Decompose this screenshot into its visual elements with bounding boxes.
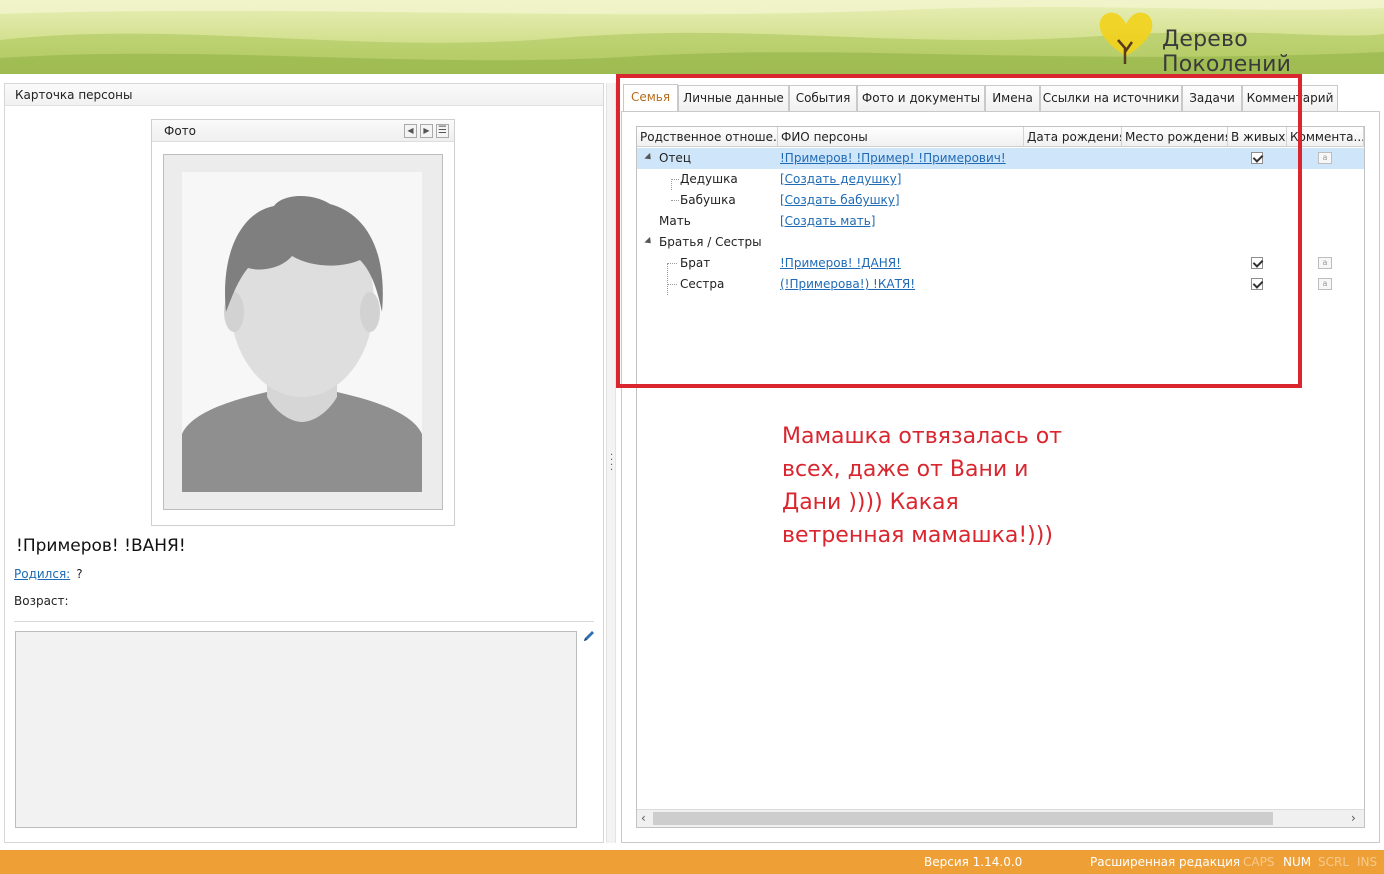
scroll-left-icon[interactable]: ‹	[641, 812, 646, 825]
collapse-arrow-icon[interactable]	[644, 236, 654, 247]
relation-cell: Дедушка	[680, 172, 738, 186]
table-row[interactable]: Брат !Примеров! !ДАНЯ! a	[637, 253, 1364, 274]
person-link[interactable]: !Примеров! !ДАНЯ!	[780, 253, 1020, 274]
tab-personal-data[interactable]: Личные данные	[678, 85, 789, 112]
divider	[14, 621, 594, 622]
photo-frame[interactable]	[163, 154, 443, 510]
horizontal-scrollbar[interactable]: ‹ ›	[637, 809, 1364, 827]
panel-splitter[interactable]: · · · ·	[606, 83, 616, 843]
edition-label: Расширенная редакция	[1090, 855, 1241, 869]
alive-checkbox[interactable]	[1251, 152, 1263, 164]
tab-photos-documents[interactable]: Фото и документы	[857, 85, 985, 112]
person-silhouette-icon	[182, 195, 422, 492]
column-alive[interactable]: В живых	[1228, 127, 1287, 147]
grid-header: Родственное отноше... ФИО персоны Дата р…	[637, 127, 1364, 147]
app-header: Дерево Поколений	[0, 0, 1384, 74]
tab-events[interactable]: События	[789, 85, 857, 112]
relation-cell: Сестра	[680, 277, 725, 291]
born-row: Родился:?	[14, 567, 83, 581]
caps-indicator: CAPS	[1243, 855, 1275, 869]
tab-source-links[interactable]: Ссылки на источники	[1040, 85, 1182, 112]
notes-area[interactable]	[15, 631, 577, 828]
num-indicator: NUM	[1283, 855, 1312, 869]
column-comment[interactable]: Коммента...	[1287, 127, 1364, 147]
create-grandmother-link[interactable]: [Создать бабушку]	[780, 190, 1020, 211]
tab-family[interactable]: Семья	[623, 84, 678, 112]
column-name[interactable]: ФИО персоны	[778, 127, 1024, 147]
relation-cell: Братья / Сестры	[659, 235, 762, 249]
splitter-grip-icon: · · · ·	[610, 450, 614, 476]
relation-cell: Брат	[680, 256, 711, 270]
create-mother-link[interactable]: [Создать мать]	[780, 211, 1020, 232]
tab-bar: Семья Личные данные События Фото и докум…	[621, 83, 1380, 112]
table-row[interactable]: Мать [Создать мать]	[637, 211, 1364, 232]
table-row[interactable]: Дедушка [Создать дедушку]	[637, 169, 1364, 190]
photo-menu-icon[interactable]: ☰	[436, 124, 449, 138]
person-card-title: Карточка персоны	[5, 84, 603, 106]
relation-cell: Бабушка	[680, 193, 736, 207]
tree-logo-icon	[1099, 12, 1153, 64]
status-bar: Версия 1.14.0.0 Расширенная редакция CAP…	[0, 850, 1384, 874]
relation-cell: Отец	[659, 151, 691, 165]
version-label: Версия 1.14.0.0	[924, 855, 1023, 869]
tab-comment[interactable]: Комментарий	[1242, 85, 1338, 112]
table-row[interactable]: Бабушка [Создать бабушку]	[637, 190, 1364, 211]
scrl-indicator: SCRL	[1318, 855, 1350, 869]
alive-checkbox[interactable]	[1251, 278, 1263, 290]
comment-icon[interactable]: a	[1318, 257, 1332, 269]
photo-title: Фото	[164, 124, 197, 138]
person-name: !Примеров! !ВАНЯ!	[16, 536, 186, 556]
tab-tasks[interactable]: Задачи	[1182, 85, 1242, 112]
comment-icon[interactable]: a	[1318, 278, 1332, 290]
collapse-arrow-icon[interactable]	[644, 152, 654, 163]
table-row[interactable]: Братья / Сестры	[637, 232, 1364, 253]
column-birth-place[interactable]: Место рождения	[1122, 127, 1228, 147]
age-label: Возраст:	[14, 594, 69, 608]
ins-indicator: INS	[1357, 855, 1378, 869]
create-grandfather-link[interactable]: [Создать дедушку]	[780, 169, 1020, 190]
relation-cell: Мать	[659, 214, 691, 228]
photo-prev-button[interactable]: ◀	[404, 124, 417, 138]
table-row[interactable]: Сестра (!Примерова!) !КАТЯ! a	[637, 274, 1364, 295]
column-relation[interactable]: Родственное отноше...	[637, 127, 778, 147]
comment-icon[interactable]: a	[1318, 152, 1332, 164]
photo-next-button[interactable]: ▶	[420, 124, 433, 138]
born-value: ?	[76, 567, 83, 581]
app-title: Дерево Поколений	[1162, 27, 1292, 74]
person-link[interactable]: !Примеров! !Пример! !Примерович!	[780, 148, 1020, 169]
photo-header: Фото ◀ ▶ ☰	[152, 120, 454, 142]
scrollbar-thumb[interactable]	[653, 812, 1273, 825]
alive-checkbox[interactable]	[1251, 257, 1263, 269]
born-link[interactable]: Родился:	[14, 567, 70, 581]
photo-box: Фото ◀ ▶ ☰	[151, 119, 455, 526]
photo-placeholder	[182, 172, 422, 492]
person-card-panel: Карточка персоны Фото ◀ ▶ ☰ !Примеров! !…	[4, 83, 604, 843]
annotation-text: Мамашка отвязалась от всех, даже от Вани…	[782, 424, 1062, 548]
tab-names[interactable]: Имена	[985, 85, 1040, 112]
pencil-icon[interactable]	[582, 629, 596, 643]
scroll-right-icon[interactable]: ›	[1351, 812, 1356, 825]
table-row[interactable]: Отец !Примеров! !Пример! !Примерович! a	[637, 148, 1364, 169]
column-birth-date[interactable]: Дата рождения	[1024, 127, 1122, 147]
person-link[interactable]: (!Примерова!) !КАТЯ!	[780, 274, 1020, 295]
